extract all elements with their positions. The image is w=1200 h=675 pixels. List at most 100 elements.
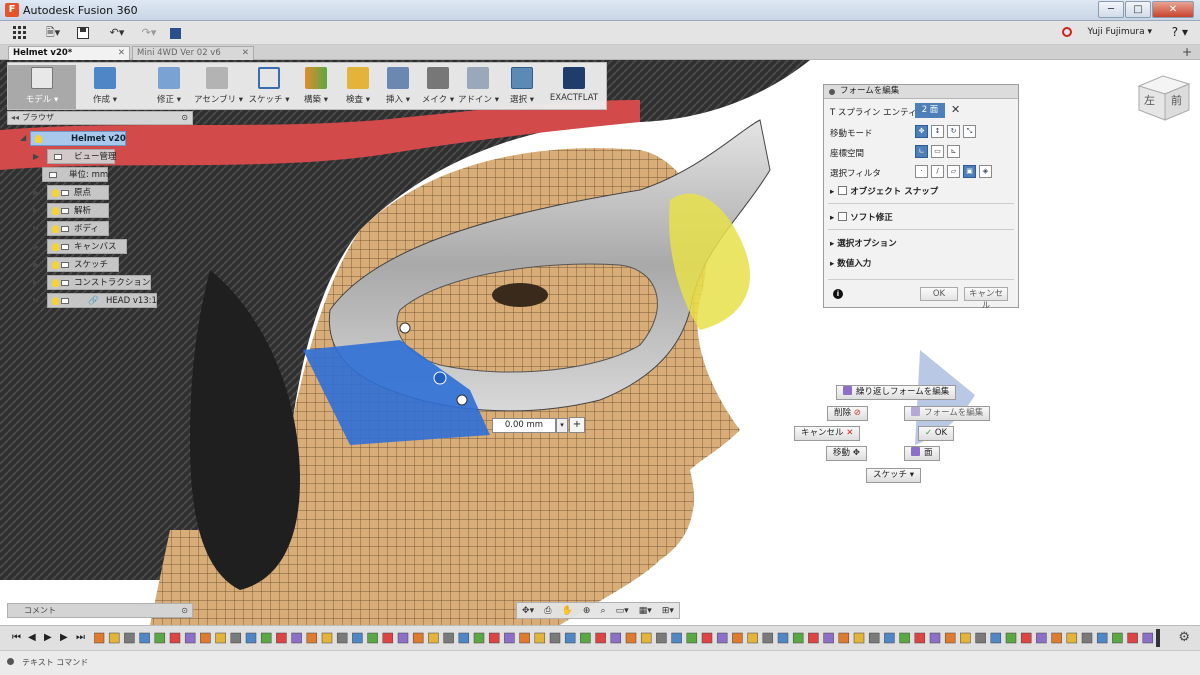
timeline-feature-icon[interactable] [625,632,637,644]
move-button[interactable]: 移動 ✥ [826,446,867,461]
addin-menu[interactable]: アドイン ▾ [458,65,499,109]
comments-panel[interactable]: コメント ⊙ [7,603,193,618]
record-icon[interactable] [1062,27,1072,37]
tspline-entity-selection[interactable]: 2 面 [915,103,945,118]
zoom-icon[interactable]: ⊕ [583,606,591,616]
add-input-icon[interactable]: + [569,417,585,433]
collapse-dialog-icon[interactable] [829,89,835,95]
browser-item-head-link[interactable]: 🔗 HEAD v13:1 [47,293,157,308]
cancel-button[interactable]: キャンセル [964,287,1008,311]
timeline-feature-icon[interactable] [473,632,485,644]
timeline-feature-icon[interactable] [564,632,576,644]
workspace-model-button[interactable]: モデル ▾ [8,65,76,109]
timeline-feature-icon[interactable] [990,632,1002,644]
local-space-icon[interactable]: ⊾ [947,145,960,158]
timeline-feature-icon[interactable] [352,632,363,644]
timeline-feature-icon[interactable] [1051,632,1062,644]
timeline-feature-icon[interactable] [686,632,698,644]
timeline-feature-icon[interactable] [1142,632,1154,644]
look-at-icon[interactable]: ⎙ [544,606,551,616]
new-tab-icon[interactable]: + [1182,45,1192,59]
distance-input[interactable]: 0.00 mm [492,418,556,433]
browser-item-construction[interactable]: コンストラクション [47,275,151,290]
visibility-bulb-icon[interactable] [52,261,59,269]
visibility-bulb-icon[interactable] [52,189,59,197]
timeline-feature-icon[interactable] [382,632,394,644]
stop-icon[interactable] [168,24,182,42]
user-account-menu[interactable]: Yuji Fujimura ▾ [1088,27,1153,37]
timeline-feature-icon[interactable] [276,632,287,644]
timeline-feature-icon[interactable] [610,632,622,644]
insert-menu[interactable]: 挿入 ▾ [378,65,418,109]
browser-item-analysis[interactable]: 解析 [47,203,109,218]
timeline-start-icon[interactable]: ⏮ [12,632,21,643]
close-window-button[interactable]: ✕ [1152,1,1194,18]
timeline-feature-icon[interactable] [215,632,226,644]
pin-icon[interactable]: ⊙ [181,112,188,124]
timeline-feature-icon[interactable] [534,632,546,644]
pan-icon[interactable]: ✋ [562,606,573,616]
selection-options-section[interactable]: ▸ 選択オプション [830,237,897,249]
delete-button[interactable]: 削除 ⊘ [827,406,868,421]
soft-modification-section[interactable]: ▸ ソフト修正 [830,211,893,223]
visibility-bulb-icon[interactable] [52,225,59,233]
view-space-icon[interactable]: ▭ [931,145,944,158]
assemble-menu[interactable]: アセンブリ ▾ [194,65,243,109]
exactflat-button[interactable]: EXACTFLAT [548,65,600,109]
timeline-feature-icon[interactable] [200,632,211,644]
display-settings-icon[interactable]: ▭▾ [616,606,629,616]
browser-root-helmet[interactable]: Helmet v20 [30,131,126,146]
timeline-feature-icon[interactable] [975,632,986,644]
edit-form-button[interactable]: フォームを編集 [904,406,991,421]
browser-item-origin[interactable]: 原点 [47,185,109,200]
timeline-feature-icon[interactable] [1020,632,1032,644]
soft-modification-checkbox[interactable] [838,212,848,221]
timeline-feature-icon[interactable] [595,632,606,644]
expand-arrow-icon[interactable]: ▶ [33,278,39,287]
timeline-feature-icon[interactable] [944,632,956,644]
distance-dropdown-icon[interactable]: ▾ [556,418,568,433]
view-cube-left-face[interactable]: 左 [1144,92,1155,108]
timeline-feature-icon[interactable] [671,632,682,644]
timeline-feature-icon[interactable] [640,632,652,644]
grid-settings-icon[interactable]: ▦▾ [639,606,652,616]
timeline-feature-icon[interactable] [428,632,439,644]
timeline-feature-icon[interactable] [504,632,515,644]
info-icon[interactable]: i [833,289,843,299]
timeline-feature-icon[interactable] [321,632,333,644]
scale-icon[interactable]: ⤡ [963,125,976,138]
timeline-settings-icon[interactable]: ⚙ [1178,630,1190,645]
timeline-feature-icon[interactable] [139,632,150,644]
zoom-window-icon[interactable]: ⌕ [600,606,605,616]
file-menu-icon[interactable]: 🗎▾ [40,24,66,42]
timeline-feature-icon[interactable] [868,632,880,644]
expand-arrow-icon[interactable]: ▶ [33,188,39,197]
timeline-feature-icon[interactable] [716,632,728,644]
orbit-icon[interactable]: ✥▾ [522,606,534,616]
expand-arrow-icon[interactable]: ▶ [33,242,39,251]
timeline-feature-icon[interactable] [732,632,743,644]
close-tab-icon[interactable]: ✕ [118,47,125,60]
timeline-feature-icon[interactable] [808,632,819,644]
timeline-feature-icon[interactable] [108,632,120,644]
tab-helmet[interactable]: Helmet v20* ✕ [8,46,130,60]
world-space-icon[interactable]: ∟ [915,145,928,158]
timeline-feature-icon[interactable] [519,632,530,644]
timeline-feature-icon[interactable] [488,632,500,644]
collapse-arrow-icon[interactable]: ◢ [20,133,26,142]
timeline-marker[interactable] [1156,629,1160,647]
browser-item-units[interactable]: 単位: mm [42,167,108,182]
face-filter-icon[interactable]: ▱ [947,165,960,178]
timeline-features[interactable] [94,631,1166,645]
timeline-previous-icon[interactable]: ◀ [28,632,36,643]
expand-arrow-icon[interactable]: ▶ [33,152,39,161]
visibility-bulb-icon[interactable] [52,279,59,287]
browser-item-canvas[interactable]: キャンバス [47,239,127,254]
visibility-bulb-icon[interactable] [35,135,42,143]
visibility-bulb-icon[interactable] [52,243,59,251]
browser-item-sketches[interactable]: スケッチ [47,257,119,272]
modify-menu[interactable]: 修正 ▾ [148,65,190,109]
body-filter-icon[interactable]: ◈ [979,165,992,178]
timeline-feature-icon[interactable] [154,632,166,644]
edge-filter-icon[interactable]: / [931,165,944,178]
